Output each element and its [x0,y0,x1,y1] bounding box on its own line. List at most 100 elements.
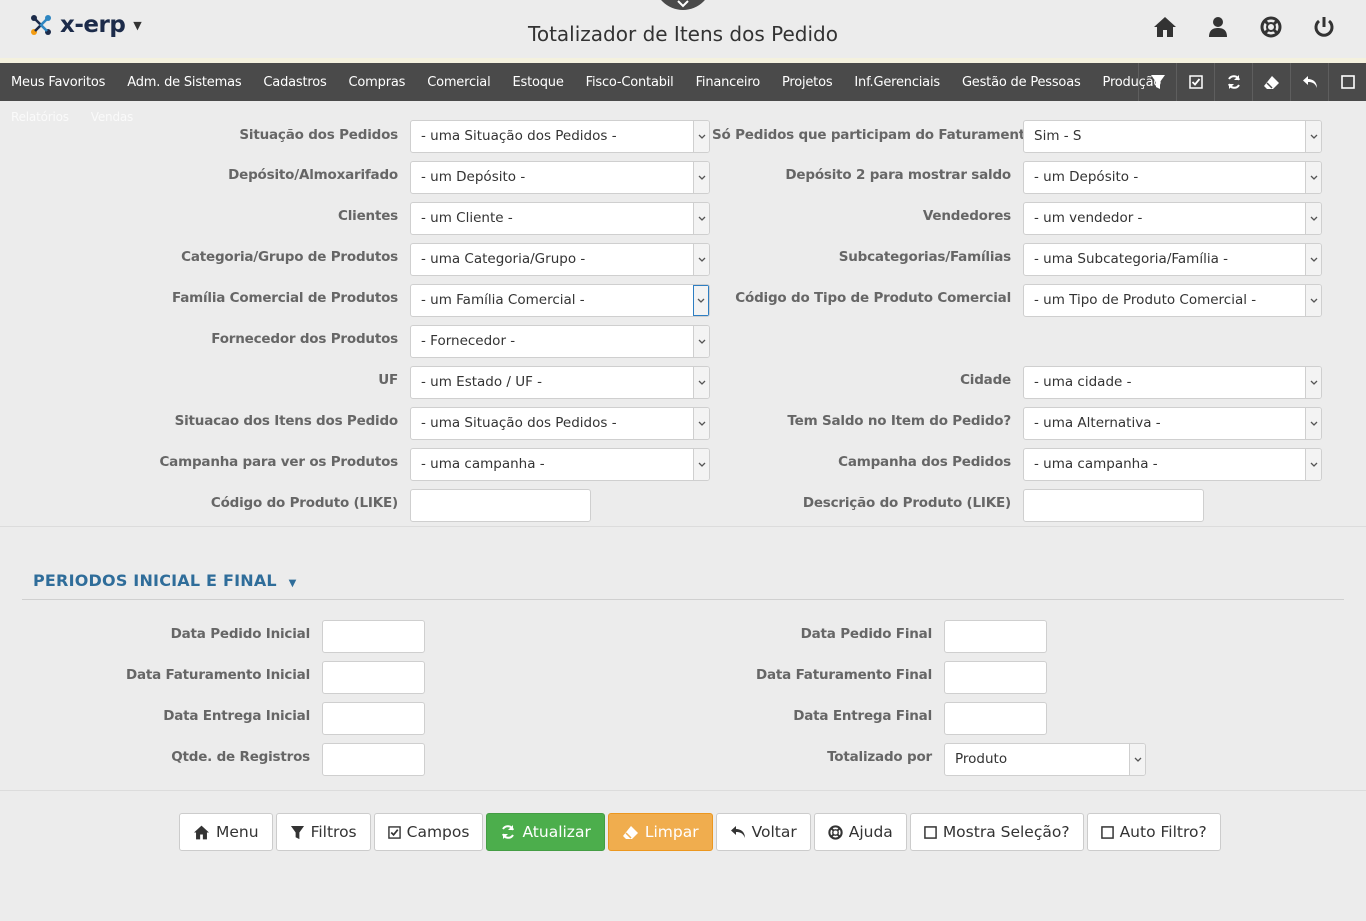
chevron-down-icon [677,0,689,8]
chevron-down-icon [1305,162,1321,193]
chevron-down-icon [693,408,709,439]
situacao-itens-select[interactable]: - uma Situação dos Pedidos - [410,407,710,440]
campos-button[interactable]: Campos [373,813,484,851]
limpar-button[interactable]: Limpar [607,813,713,851]
eraser-icon[interactable] [1252,63,1290,101]
data-fat-inicial-label: Data Faturamento Inicial [125,667,310,683]
auto-filtro-button-label: Auto Filtro? [1119,823,1207,841]
fornecedor-select[interactable]: - Fornecedor - [410,325,710,358]
main-menu-bar: Meus Favoritos Adm. de Sistemas Cadastro… [0,63,1366,101]
categoria-select[interactable]: - uma Categoria/Grupo - [410,243,710,276]
data-pedido-inicial-input[interactable] [322,620,425,653]
help-lifebuoy-icon[interactable] [1258,14,1283,39]
filter-icon[interactable] [1138,63,1176,101]
power-icon[interactable] [1311,14,1336,39]
menu-item-projetos[interactable]: Projetos [771,75,843,90]
chevron-down-icon [693,244,709,275]
undo-icon[interactable] [1290,63,1328,101]
chevron-down-icon [1305,367,1321,398]
square-icon [923,825,937,839]
tipo-produto-select[interactable]: - um Tipo de Produto Comercial - [1023,284,1322,317]
cidade-select[interactable]: - uma cidade - [1023,366,1322,399]
descricao-produto-input[interactable] [1023,489,1204,522]
categoria-value: - uma Categoria/Grupo - [421,251,586,267]
auto-filtro-button[interactable]: Auto Filtro? [1086,813,1221,851]
data-fat-final-input[interactable] [944,661,1047,694]
chevron-down-icon [693,203,709,234]
mostra-selecao-button-label: Mostra Seleção? [942,823,1070,841]
chevron-down-icon [1305,244,1321,275]
uf-select[interactable]: - um Estado / UF - [410,366,710,399]
checkbox-icon[interactable] [1176,63,1214,101]
data-entrega-final-input[interactable] [944,702,1047,735]
campanha-pedidos-select[interactable]: - uma campanha - [1023,448,1322,481]
menu-item-fisco-contabil[interactable]: Fisco-Contabil [575,75,685,90]
ajuda-button-label: Ajuda [848,823,893,841]
subcategorias-select[interactable]: - uma Subcategoria/Família - [1023,243,1322,276]
filtros-button-label: Filtros [310,823,357,841]
menu-item-comercial[interactable]: Comercial [416,75,501,90]
home-icon[interactable] [1152,14,1177,39]
deposito-select[interactable]: - um Depósito - [410,161,710,194]
ajuda-button[interactable]: Ajuda [813,813,907,851]
vendedores-select[interactable]: - um vendedor - [1023,202,1322,235]
deposito2-select[interactable]: - um Depósito - [1023,161,1322,194]
menu-item-adm-sistemas[interactable]: Adm. de Sistemas [116,75,252,90]
menu-item-cadastros[interactable]: Cadastros [252,75,337,90]
mostra-selecao-button[interactable]: Mostra Seleção? [909,813,1084,851]
collapse-header-button[interactable] [654,0,712,10]
situacao-itens-value: - uma Situação dos Pedidos - [421,415,617,431]
clientes-label: Clientes [338,208,398,224]
data-entrega-inicial-input[interactable] [322,702,425,735]
periodos-section-header[interactable]: PERIODOS INICIAL E FINAL ▼ [33,571,296,590]
menu-item-inf-gerenciais[interactable]: Inf.Gerenciais [843,75,951,90]
uf-label: UF [378,372,398,388]
qtde-registros-label: Qtde. de Registros [171,749,310,765]
qtde-registros-input[interactable] [322,743,425,776]
app-header: x-erp ▼ Totalizador de Itens dos Pedido [0,0,1366,58]
subcategorias-value: - uma Subcategoria/Família - [1034,251,1229,267]
data-pedido-inicial-label: Data Pedido Inicial [170,626,311,642]
tipo-produto-label: Código do Tipo de Produto Comercial [735,290,1011,306]
subcategorias-label: Subcategorias/Famílias [838,249,1011,265]
situacao-pedidos-value: - uma Situação dos Pedidos - [421,128,617,144]
codigo-produto-input[interactable] [410,489,591,522]
periodos-section-title: PERIODOS INICIAL E FINAL [33,571,277,590]
so-pedidos-faturamento-select[interactable]: Sim - S [1023,120,1322,153]
cidade-value: - uma cidade - [1034,374,1132,390]
menu-item-compras[interactable]: Compras [338,75,417,90]
filtros-button[interactable]: Filtros [275,813,371,851]
user-icon[interactable] [1205,14,1230,39]
refresh-icon[interactable] [1214,63,1252,101]
deposito-label: Depósito/Almoxarifado [228,167,398,183]
situacao-pedidos-select[interactable]: - uma Situação dos Pedidos - [410,120,710,153]
square-icon [1100,825,1114,839]
atualizar-button[interactable]: Atualizar [486,813,605,851]
chevron-down-icon [1305,121,1321,152]
codigo-produto-label: Código do Produto (LIKE) [210,495,398,511]
chevron-down-icon [1305,408,1321,439]
menu-button[interactable]: Menu [179,813,273,851]
uf-value: - um Estado / UF - [421,374,543,390]
data-entrega-inicial-label: Data Entrega Inicial [163,708,310,724]
vendedores-label: Vendedores [922,208,1011,224]
menu-item-relatorios[interactable]: Relatórios [0,110,80,124]
totalizado-por-select[interactable]: Produto [944,743,1146,776]
voltar-button[interactable]: Voltar [715,813,811,851]
familia-comercial-select[interactable]: - um Família Comercial - [410,284,710,317]
menu-item-meus-favoritos[interactable]: Meus Favoritos [0,75,116,90]
data-fat-inicial-input[interactable] [322,661,425,694]
menu-item-financeiro[interactable]: Financeiro [685,75,771,90]
data-pedido-final-input[interactable] [944,620,1047,653]
menu-item-gestao-pessoas[interactable]: Gestão de Pessoas [951,75,1092,90]
descricao-produto-label: Descrição do Produto (LIKE) [802,495,1011,511]
caret-down-icon: ▼ [288,578,297,589]
clientes-select[interactable]: - um Cliente - [410,202,710,235]
campanha-produtos-select[interactable]: - uma campanha - [410,448,710,481]
chevron-down-icon [693,449,709,480]
tem-saldo-select[interactable]: - uma Alternativa - [1023,407,1322,440]
categoria-label: Categoria/Grupo de Produtos [181,249,398,265]
square-icon[interactable] [1328,63,1366,101]
campanha-pedidos-label: Campanha dos Pedidos [838,454,1011,470]
menu-item-estoque[interactable]: Estoque [501,75,574,90]
